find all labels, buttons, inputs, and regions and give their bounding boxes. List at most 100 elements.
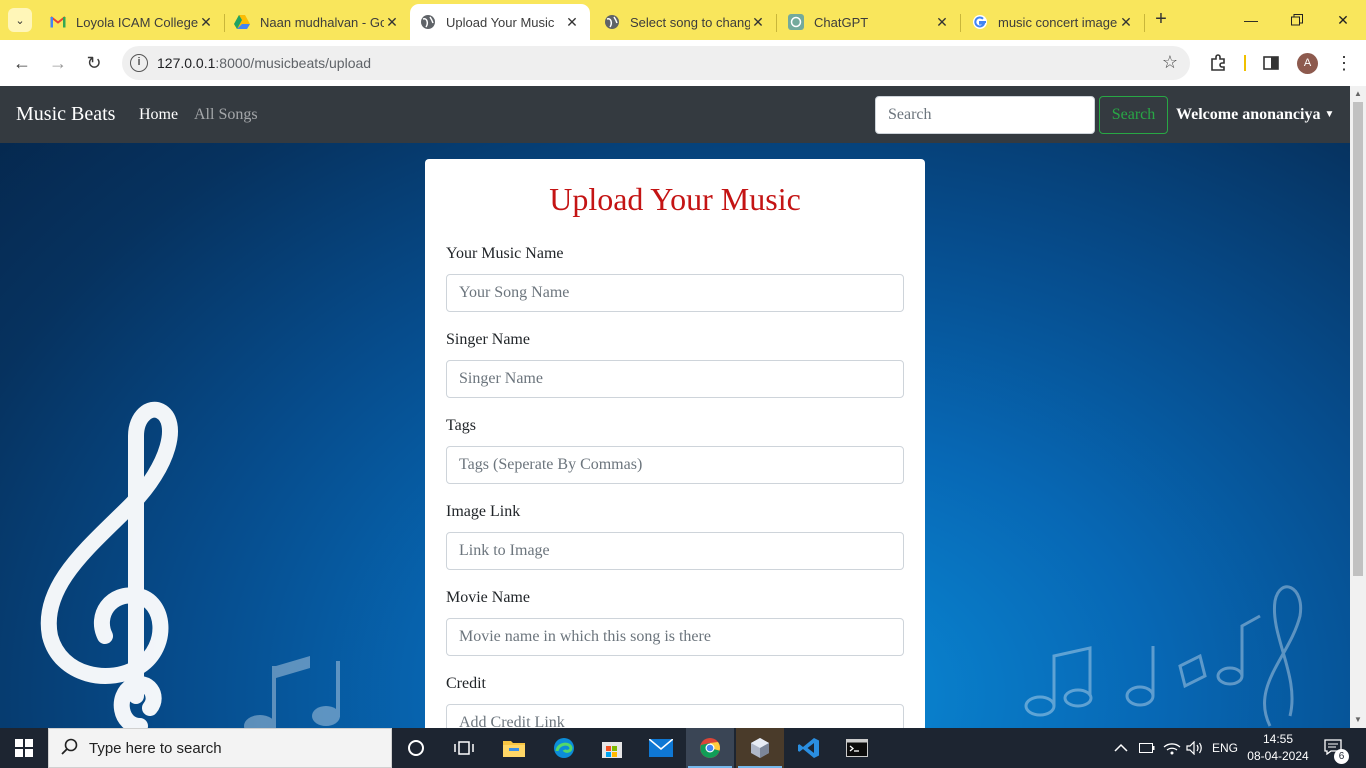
side-panel-icon[interactable] bbox=[1260, 52, 1282, 74]
vscode-icon[interactable] bbox=[785, 728, 833, 768]
navbar-search-input[interactable] bbox=[875, 96, 1095, 134]
chrome-taskbar-icon[interactable] bbox=[686, 728, 734, 768]
search-icon bbox=[61, 738, 79, 761]
gmail-icon bbox=[50, 14, 66, 30]
browser-tab[interactable]: Naan mudhalvan - Go ✕ bbox=[224, 4, 411, 40]
show-hidden-icons-icon[interactable] bbox=[1114, 728, 1128, 768]
clock-time: 14:55 bbox=[1262, 732, 1294, 746]
back-arrow-icon[interactable]: ← bbox=[9, 50, 35, 76]
close-icon[interactable]: ✕ bbox=[198, 14, 214, 31]
tab-title: Upload Your Music bbox=[446, 14, 555, 30]
close-icon[interactable]: ✕ bbox=[564, 14, 580, 31]
new-tab-icon[interactable]: + bbox=[1150, 8, 1172, 30]
site-info-icon[interactable]: i bbox=[130, 54, 148, 72]
user-menu-dropdown[interactable]: Welcome anonanciya ▼ bbox=[1176, 106, 1334, 124]
tab-title: ChatGPT bbox=[814, 14, 869, 30]
drive-icon bbox=[234, 14, 250, 30]
user-menu-label: Welcome anonanciya bbox=[1176, 106, 1321, 123]
tags-label: Tags bbox=[446, 417, 476, 434]
music-notes-icon bbox=[1024, 585, 1303, 727]
movie-name-input[interactable] bbox=[446, 618, 904, 656]
image-link-label: Image Link bbox=[446, 503, 521, 520]
wifi-icon[interactable] bbox=[1163, 728, 1181, 768]
close-icon[interactable]: ✕ bbox=[750, 14, 766, 31]
edge-browser-icon[interactable] bbox=[540, 728, 588, 768]
tab-search-button[interactable]: ⌄ bbox=[8, 8, 32, 32]
tab-title: Loyola ICAM College bbox=[76, 14, 198, 30]
reload-icon[interactable]: ↻ bbox=[81, 50, 107, 76]
nav-link-home[interactable]: Home bbox=[139, 106, 178, 124]
scroll-up-icon[interactable]: ▲ bbox=[1353, 89, 1363, 99]
singer-name-input[interactable] bbox=[446, 360, 904, 398]
music-note-icon bbox=[244, 656, 340, 728]
browser-tab-strip: ⌄ Loyola ICAM College ✕ Naan mudhalvan -… bbox=[0, 0, 1366, 40]
music-name-input[interactable] bbox=[446, 274, 904, 312]
close-icon[interactable]: ✕ bbox=[934, 14, 950, 31]
url-text: 127.0.0.1:8000/musicbeats/upload bbox=[157, 55, 371, 71]
google-icon bbox=[972, 14, 988, 30]
browser-tab-active[interactable]: Upload Your Music ✕ bbox=[410, 4, 590, 40]
movie-name-label: Movie Name bbox=[446, 589, 530, 606]
page-title: Upload Your Music bbox=[549, 181, 801, 217]
taskbar-search-box[interactable]: Type here to search bbox=[48, 728, 392, 768]
globe-icon bbox=[604, 14, 620, 30]
battery-icon[interactable] bbox=[1139, 728, 1155, 768]
nav-link-all-songs[interactable]: All Songs bbox=[194, 106, 258, 124]
taskbar-clock[interactable]: 14:55 08-04-2024 bbox=[1246, 731, 1310, 765]
brand-logo-text[interactable]: Music Beats bbox=[16, 103, 115, 126]
close-icon[interactable]: ✕ bbox=[384, 14, 400, 31]
restore-icon[interactable] bbox=[1274, 0, 1320, 40]
toolbar-divider bbox=[1244, 55, 1246, 71]
close-window-icon[interactable]: ✕ bbox=[1320, 0, 1366, 40]
tags-input[interactable] bbox=[446, 446, 904, 484]
volume-icon[interactable] bbox=[1186, 728, 1204, 768]
extensions-icon[interactable] bbox=[1207, 52, 1229, 74]
page-viewport: Music Beats Home All Songs Search Welcom… bbox=[0, 86, 1350, 728]
caret-down-icon: ▼ bbox=[1324, 109, 1335, 120]
browser-tab[interactable]: ChatGPT ✕ bbox=[778, 4, 961, 40]
notification-center[interactable]: 6 bbox=[1324, 728, 1349, 768]
browser-tab[interactable]: Select song to chang ✕ bbox=[594, 4, 777, 40]
tab-title: music concert image bbox=[998, 14, 1118, 30]
virtualbox-icon[interactable] bbox=[736, 728, 784, 768]
terminal-icon[interactable] bbox=[833, 728, 881, 768]
scrollbar-thumb[interactable] bbox=[1353, 102, 1363, 576]
credit-label: Credit bbox=[446, 675, 486, 692]
scroll-down-icon[interactable]: ▼ bbox=[1353, 715, 1363, 725]
bookmark-star-icon[interactable]: ☆ bbox=[1162, 52, 1178, 73]
minimize-icon[interactable]: — bbox=[1228, 0, 1274, 40]
taskbar-search-placeholder: Type here to search bbox=[89, 740, 222, 757]
chatgpt-icon bbox=[788, 14, 804, 30]
notification-count-badge: 6 bbox=[1334, 749, 1349, 764]
task-view-icon[interactable] bbox=[440, 728, 488, 768]
image-link-input[interactable] bbox=[446, 532, 904, 570]
treble-clef-icon bbox=[40, 401, 178, 728]
kebab-menu-icon[interactable]: ⋮ bbox=[1333, 52, 1355, 74]
globe-icon bbox=[420, 14, 436, 30]
credit-input[interactable] bbox=[446, 704, 904, 728]
browser-tab[interactable]: music concert image ✕ bbox=[962, 4, 1145, 40]
upload-form-card: Upload Your Music Your Music Name Singer… bbox=[425, 159, 925, 728]
url-path: :8000/musicbeats/upload bbox=[215, 55, 372, 71]
profile-avatar[interactable]: A bbox=[1297, 53, 1318, 74]
chevron-down-icon: ⌄ bbox=[15, 14, 25, 27]
address-bar[interactable]: i 127.0.0.1:8000/musicbeats/upload ☆ bbox=[122, 46, 1190, 80]
close-icon[interactable]: ✕ bbox=[1118, 14, 1134, 31]
file-explorer-icon[interactable] bbox=[490, 728, 538, 768]
page-scrollbar[interactable]: ▲ ▼ bbox=[1350, 86, 1366, 728]
tab-title: Select song to chang bbox=[630, 14, 750, 30]
microsoft-store-icon[interactable] bbox=[588, 728, 636, 768]
url-host: 127.0.0.1 bbox=[157, 55, 216, 71]
language-indicator[interactable]: ENG bbox=[1212, 728, 1238, 768]
windows-start-icon[interactable] bbox=[0, 728, 48, 768]
cortana-icon[interactable] bbox=[392, 728, 440, 768]
site-navbar: Music Beats Home All Songs Search Welcom… bbox=[0, 86, 1350, 143]
browser-tab[interactable]: Loyola ICAM College ✕ bbox=[40, 4, 225, 40]
browser-toolbar: ← → ↻ i 127.0.0.1:8000/musicbeats/upload… bbox=[0, 40, 1366, 86]
singer-name-label: Singer Name bbox=[446, 331, 530, 348]
clock-date: 08-04-2024 bbox=[1247, 749, 1309, 763]
forward-arrow-icon[interactable]: → bbox=[45, 50, 71, 76]
mail-icon[interactable] bbox=[637, 728, 685, 768]
navbar-search-button[interactable]: Search bbox=[1099, 96, 1168, 134]
music-name-label: Your Music Name bbox=[446, 245, 564, 262]
